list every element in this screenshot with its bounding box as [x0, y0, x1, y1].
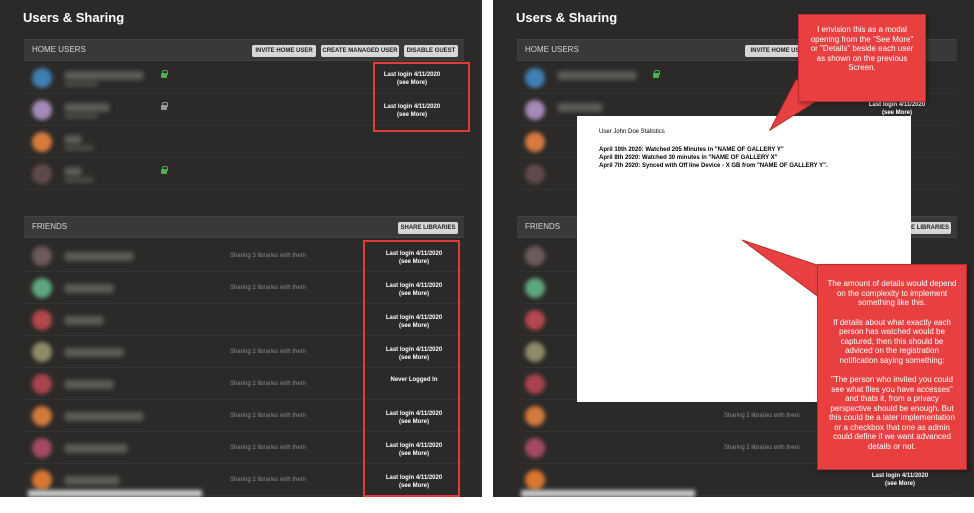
user-name [64, 167, 82, 176]
stat-line: April 8th 2020: Watched 30 minutes in "N… [599, 155, 778, 161]
lock-icon [161, 70, 168, 80]
sharing-status: Sharing 2 libraries with them [230, 477, 306, 483]
user-name [557, 71, 637, 80]
left-screen: Users & Sharing HOME USERS INVITE HOME U… [0, 0, 482, 497]
avatar [32, 278, 52, 298]
avatar [525, 374, 545, 394]
avatar [525, 164, 545, 184]
home-users-header: HOME USERS INVITE HOME USER CREATE MANAG… [24, 39, 464, 61]
annotation-callout-top: I envision this as a modal opening from … [798, 14, 926, 102]
avatar [32, 310, 52, 330]
callout-paragraph: If details about what exactly each perso… [833, 317, 951, 365]
sharing-status: Sharing 2 libraries with them [230, 445, 306, 451]
home-users-title: HOME USERS [32, 45, 86, 54]
avatar [32, 374, 52, 394]
friend-name [64, 252, 134, 261]
create-managed-user-button[interactable]: CREATE MANAGED USER [321, 45, 399, 57]
avatar [525, 406, 545, 426]
avatar [525, 68, 545, 88]
sharing-status: Sharing 2 libraries with them [230, 381, 306, 387]
avatar [32, 470, 52, 490]
avatar [32, 132, 52, 152]
sharing-status: Sharing 2 libraries with them [230, 285, 306, 291]
page-title: Users & Sharing [516, 10, 618, 25]
annotation-callout-bottom: The amount of details would depend on th… [817, 264, 967, 470]
share-libraries-button[interactable]: SHARE LIBRARIES [398, 222, 458, 234]
highlight-box-friends [363, 240, 460, 497]
user-name [557, 103, 603, 112]
user-name [64, 103, 110, 112]
home-user-row[interactable] [24, 158, 464, 190]
user-email [64, 81, 98, 87]
avatar [525, 246, 545, 266]
sharing-status: Sharing 2 libraries with them [230, 413, 306, 419]
avatar [525, 132, 545, 152]
friend-name [64, 476, 120, 485]
share-libraries-button[interactable]: E LIBRARIES [909, 222, 951, 234]
sharing-status: Sharing 2 libraries with them [724, 413, 800, 419]
stat-line: April 10th 2020: Watched 205 Minutes in … [599, 147, 784, 153]
avatar [525, 342, 545, 362]
lock-icon [161, 102, 168, 112]
avatar [525, 438, 545, 458]
lock-icon [161, 166, 168, 176]
scrollbar[interactable] [28, 490, 202, 497]
sharing-status: Sharing 2 libraries with them [230, 349, 306, 355]
friends-title: FRIENDS [32, 222, 68, 231]
avatar [32, 246, 52, 266]
friend-name [64, 444, 128, 453]
avatar [32, 68, 52, 88]
user-email [64, 113, 98, 119]
avatar [525, 278, 545, 298]
friend-name [64, 380, 114, 389]
lock-icon [653, 70, 660, 80]
friend-name [64, 412, 144, 421]
modal-title: User John Doe Statistics [599, 129, 665, 135]
user-email [64, 177, 94, 183]
modal-stats-list: April 10th 2020: Watched 205 Minutes in … [599, 146, 828, 170]
friend-name [64, 316, 104, 325]
friend-name [64, 284, 114, 293]
highlight-box-home-users [373, 62, 470, 132]
invite-home-user-button[interactable]: INVITE HOME USER [252, 45, 316, 57]
stat-line: April 7th 2020: Synced with Off line Dev… [599, 163, 828, 169]
callout-paragraph: The amount of details would depend on th… [827, 279, 957, 307]
disable-guest-button[interactable]: DISABLE GUEST [404, 45, 458, 57]
avatar [525, 470, 545, 490]
user-name [64, 71, 144, 80]
avatar [32, 100, 52, 120]
callout-paragraph: "The person who invited you could see wh… [829, 375, 955, 451]
last-login-link[interactable]: Last login 4/11/2020 (see More) [860, 472, 940, 488]
friends-header: FRIENDS SHARE LIBRARIES [24, 216, 464, 238]
avatar [32, 438, 52, 458]
avatar [32, 406, 52, 426]
user-name [64, 135, 82, 144]
user-email [64, 145, 94, 151]
friends-title: FRIENDS [525, 222, 561, 231]
sharing-status: Sharing 2 libraries with them [724, 445, 800, 451]
avatar [525, 310, 545, 330]
friend-name [64, 348, 124, 357]
avatar [525, 100, 545, 120]
sharing-status: Sharing 3 libraries with them [230, 253, 306, 259]
avatar [32, 164, 52, 184]
scrollbar[interactable] [521, 490, 695, 497]
avatar [32, 342, 52, 362]
page-title: Users & Sharing [23, 10, 125, 25]
home-users-title: HOME USERS [525, 45, 579, 54]
